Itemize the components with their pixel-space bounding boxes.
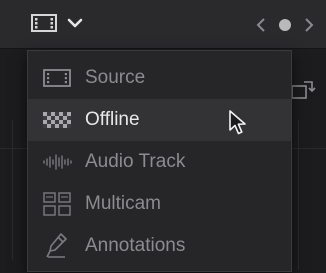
- chevron-right-icon[interactable]: [304, 17, 314, 33]
- menu-item-label: Source: [85, 67, 146, 88]
- multicam-grid-icon: [40, 191, 74, 217]
- menu-item-offline[interactable]: Offline: [28, 99, 291, 141]
- match-frame-icon[interactable]: [290, 80, 316, 107]
- pen-icon: [40, 233, 74, 259]
- viewer-mode-menu: Source Offline Audio Track Multicam Anno…: [27, 50, 292, 272]
- mouse-cursor-icon: [228, 110, 248, 141]
- viewer-navigation: [256, 14, 314, 36]
- viewer-mode-dropdown[interactable]: [27, 12, 97, 38]
- waveform-icon: [40, 149, 74, 175]
- menu-item-audio-track[interactable]: Audio Track: [28, 141, 291, 183]
- film-strip-icon: [31, 13, 57, 37]
- chevron-left-icon[interactable]: [256, 17, 266, 33]
- viewer-header: [0, 0, 326, 49]
- menu-item-multicam[interactable]: Multicam: [28, 183, 291, 225]
- film-strip-icon: [40, 65, 74, 91]
- menu-item-label: Multicam: [85, 193, 162, 214]
- divider: [12, 120, 13, 260]
- menu-item-label: Audio Track: [85, 151, 186, 172]
- menu-item-label: Offline: [85, 109, 140, 130]
- menu-item-source[interactable]: Source: [28, 57, 291, 99]
- menu-item-label: Annotations: [85, 235, 186, 256]
- circle-icon[interactable]: [278, 18, 292, 32]
- checkerboard-icon: [40, 107, 74, 133]
- chevron-down-icon: [67, 16, 83, 34]
- menu-item-annotations[interactable]: Annotations: [28, 225, 291, 267]
- divider: [298, 120, 299, 270]
